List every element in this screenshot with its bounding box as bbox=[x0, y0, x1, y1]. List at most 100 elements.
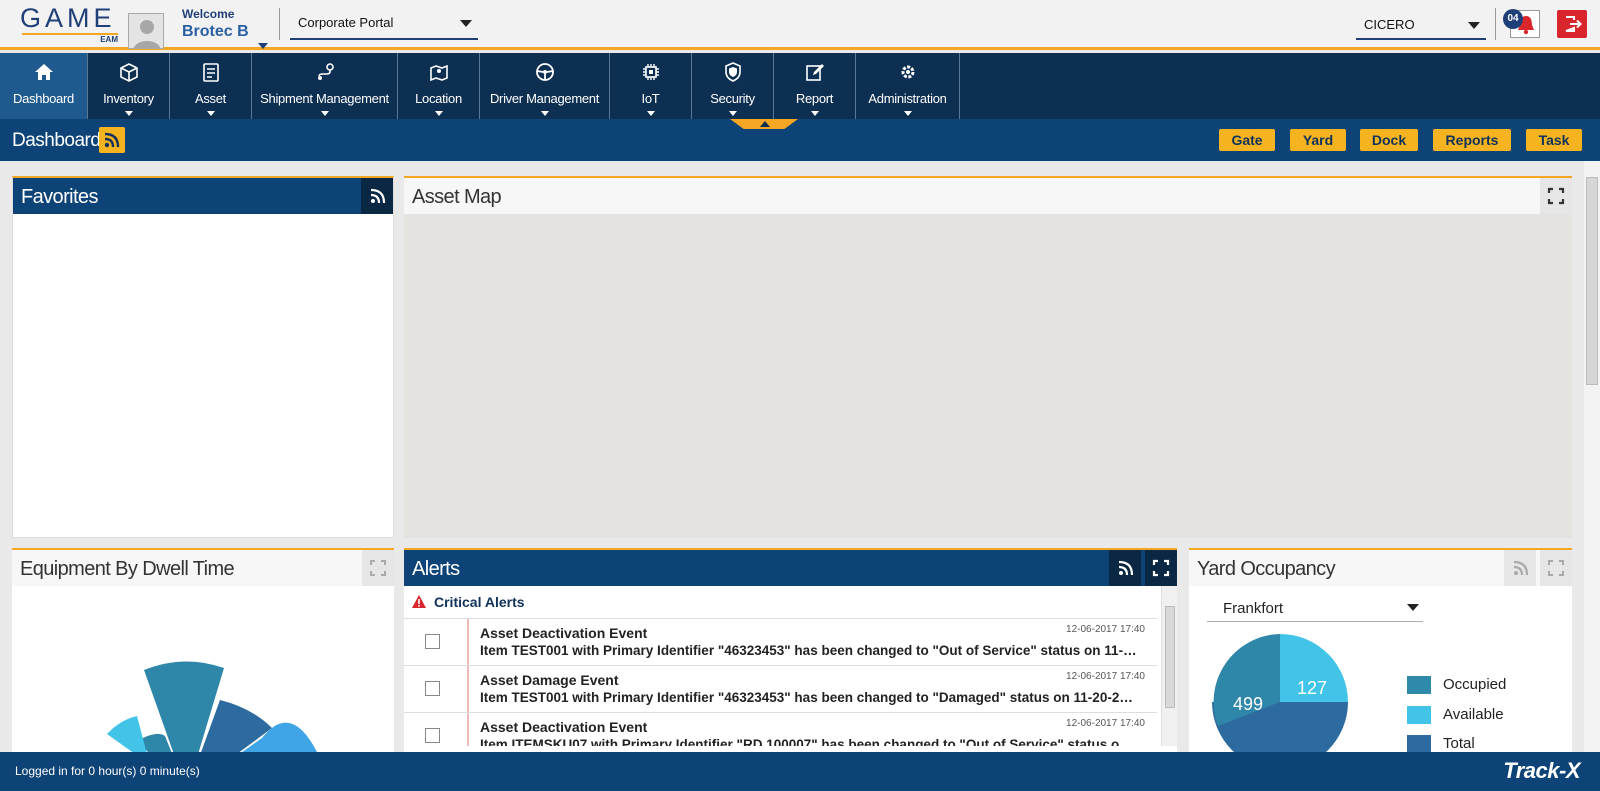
alerts-feed-button[interactable] bbox=[1109, 550, 1141, 586]
alert-checkbox[interactable] bbox=[425, 681, 440, 696]
alert-severity-bar bbox=[467, 619, 469, 666]
expand-icon bbox=[1548, 560, 1564, 576]
nav-item-security[interactable]: Security bbox=[692, 53, 774, 119]
expand-icon bbox=[370, 560, 386, 576]
alert-checkbox[interactable] bbox=[425, 728, 440, 743]
nav-label: Location bbox=[415, 91, 462, 106]
map-canvas[interactable] bbox=[404, 214, 1572, 538]
panel-title: Equipment By Dwell Time bbox=[20, 558, 235, 580]
yard-feed-button[interactable] bbox=[1504, 550, 1536, 586]
logo-subtext: EAM bbox=[100, 35, 118, 44]
alert-title: Asset Deactivation Event bbox=[480, 625, 648, 641]
task-button[interactable]: Task bbox=[1526, 129, 1582, 151]
divider bbox=[1495, 8, 1496, 40]
game-logo[interactable]: GAME EAM bbox=[20, 3, 120, 44]
dwell-time-chart[interactable] bbox=[12, 586, 394, 754]
nav-label: Report bbox=[795, 91, 834, 106]
dwell-expand-button[interactable] bbox=[362, 550, 394, 586]
nav-item-shipment-management[interactable]: Shipment Management bbox=[252, 53, 398, 119]
portal-select[interactable]: Corporate Portal bbox=[290, 8, 478, 40]
available-value: 127 bbox=[1297, 678, 1327, 698]
nav-item-inventory[interactable]: Inventory bbox=[88, 53, 170, 119]
nav-item-dashboard[interactable]: Dashboard bbox=[0, 53, 88, 119]
chevron-up-icon[interactable] bbox=[760, 121, 770, 127]
panel-title: Yard Occupancy bbox=[1197, 558, 1336, 580]
username[interactable]: Brotec B bbox=[182, 23, 249, 41]
nav-label: Shipment Management bbox=[260, 91, 389, 106]
yard-location-select[interactable]: Frankfort bbox=[1207, 594, 1423, 622]
nav-label: Security bbox=[710, 91, 755, 106]
yard-location-value: Frankfort bbox=[1223, 600, 1284, 617]
page-title: Dashboard bbox=[12, 130, 101, 151]
welcome-label: Welcome bbox=[182, 7, 235, 21]
footer: Logged in for 0 hour(s) 0 minute(s) Trac… bbox=[0, 752, 1600, 791]
yard-occupancy-chart[interactable]: 499 127 bbox=[1189, 626, 1399, 754]
asset-list-icon bbox=[202, 63, 219, 82]
alert-date: 12-06-2017 17:40 bbox=[1066, 671, 1145, 682]
nav-label: Dashboard bbox=[13, 91, 74, 106]
chevron-down-icon bbox=[460, 20, 472, 27]
nav-label: Asset bbox=[194, 91, 226, 106]
legend-label: Available bbox=[1443, 706, 1504, 723]
legend-swatch bbox=[1407, 676, 1431, 694]
gate-button[interactable]: Gate bbox=[1219, 129, 1275, 151]
alert-message: Item TEST001 with Primary Identifier "46… bbox=[480, 690, 1140, 705]
chevron-down-icon bbox=[124, 111, 133, 116]
nav-item-iot[interactable]: IoT bbox=[610, 53, 692, 119]
alert-title: Asset Damage Event bbox=[480, 672, 619, 688]
asset-map-expand-button[interactable] bbox=[1540, 178, 1572, 214]
shield-icon bbox=[724, 62, 741, 82]
site-select[interactable]: CICERO bbox=[1356, 10, 1486, 40]
legend-swatch bbox=[1407, 706, 1431, 724]
edit-report-icon bbox=[805, 64, 824, 81]
chevron-down-icon bbox=[810, 111, 819, 116]
panel-header: Yard Occupancy bbox=[1189, 550, 1572, 586]
favorites-feed-button[interactable] bbox=[361, 178, 393, 214]
panel-header: Favorites bbox=[13, 178, 393, 214]
alert-row[interactable]: Asset Deactivation Event 12-06-2017 17:4… bbox=[404, 712, 1157, 746]
nav-item-administration[interactable]: Administration bbox=[856, 53, 960, 119]
trackx-logo: Track-X bbox=[1503, 758, 1580, 783]
alert-checkbox[interactable] bbox=[425, 634, 440, 649]
chevron-down-icon bbox=[646, 111, 655, 116]
panel-header: Alerts bbox=[404, 550, 1177, 586]
yard-expand-button[interactable] bbox=[1540, 550, 1572, 586]
chevron-down-icon bbox=[1468, 22, 1480, 29]
alert-date: 12-06-2017 17:40 bbox=[1066, 624, 1145, 635]
reports-button[interactable]: Reports bbox=[1433, 129, 1511, 151]
alert-severity-bar bbox=[467, 666, 469, 713]
nav-item-location[interactable]: Location bbox=[398, 53, 480, 119]
nav-label: Inventory bbox=[103, 91, 154, 106]
user-menu-caret-icon[interactable] bbox=[258, 43, 268, 49]
logo-text: GAME bbox=[20, 3, 116, 33]
critical-alerts-label: Critical Alerts bbox=[434, 594, 525, 610]
avatar[interactable] bbox=[128, 13, 164, 49]
nav-item-report[interactable]: Report bbox=[774, 53, 856, 119]
chevron-down-icon bbox=[903, 111, 912, 116]
scrollbar-thumb[interactable] bbox=[1586, 177, 1598, 385]
nav-item-driver-management[interactable]: Driver Management bbox=[480, 53, 610, 119]
logout-button[interactable] bbox=[1557, 10, 1587, 38]
chevron-down-icon bbox=[728, 111, 737, 116]
alert-row[interactable]: Asset Damage Event 12-06-2017 17:40 Item… bbox=[404, 665, 1157, 713]
alerts-list: Critical Alerts Asset Deactivation Event… bbox=[404, 586, 1157, 746]
scrollbar-thumb[interactable] bbox=[1165, 606, 1175, 708]
alert-row[interactable]: Asset Deactivation Event 12-06-2017 17:4… bbox=[404, 618, 1157, 666]
alerts-scrollbar[interactable] bbox=[1161, 586, 1177, 746]
alerts-panel: Alerts Critical Alerts Asset Deactivatio… bbox=[404, 548, 1177, 752]
nav-item-asset[interactable]: Asset bbox=[170, 53, 252, 119]
main-navigation: Dashboard Inventory Asset Shipment Manag… bbox=[0, 53, 1600, 119]
logout-icon bbox=[1565, 16, 1582, 32]
gears-icon bbox=[901, 65, 914, 79]
dock-button[interactable]: Dock bbox=[1360, 129, 1418, 151]
page-scrollbar[interactable] bbox=[1584, 161, 1600, 752]
warning-icon bbox=[412, 595, 426, 608]
chevron-down-icon bbox=[434, 111, 443, 116]
favorites-panel: Favorites bbox=[12, 176, 394, 538]
route-icon bbox=[317, 63, 334, 80]
alert-message: Item ITEMSKU07 with Primary Identifier "… bbox=[480, 737, 1140, 746]
alerts-expand-button[interactable] bbox=[1145, 550, 1177, 586]
user-silhouette-icon bbox=[129, 14, 163, 48]
dashboard-feed-button[interactable] bbox=[99, 127, 125, 153]
yard-button[interactable]: Yard bbox=[1290, 129, 1346, 151]
